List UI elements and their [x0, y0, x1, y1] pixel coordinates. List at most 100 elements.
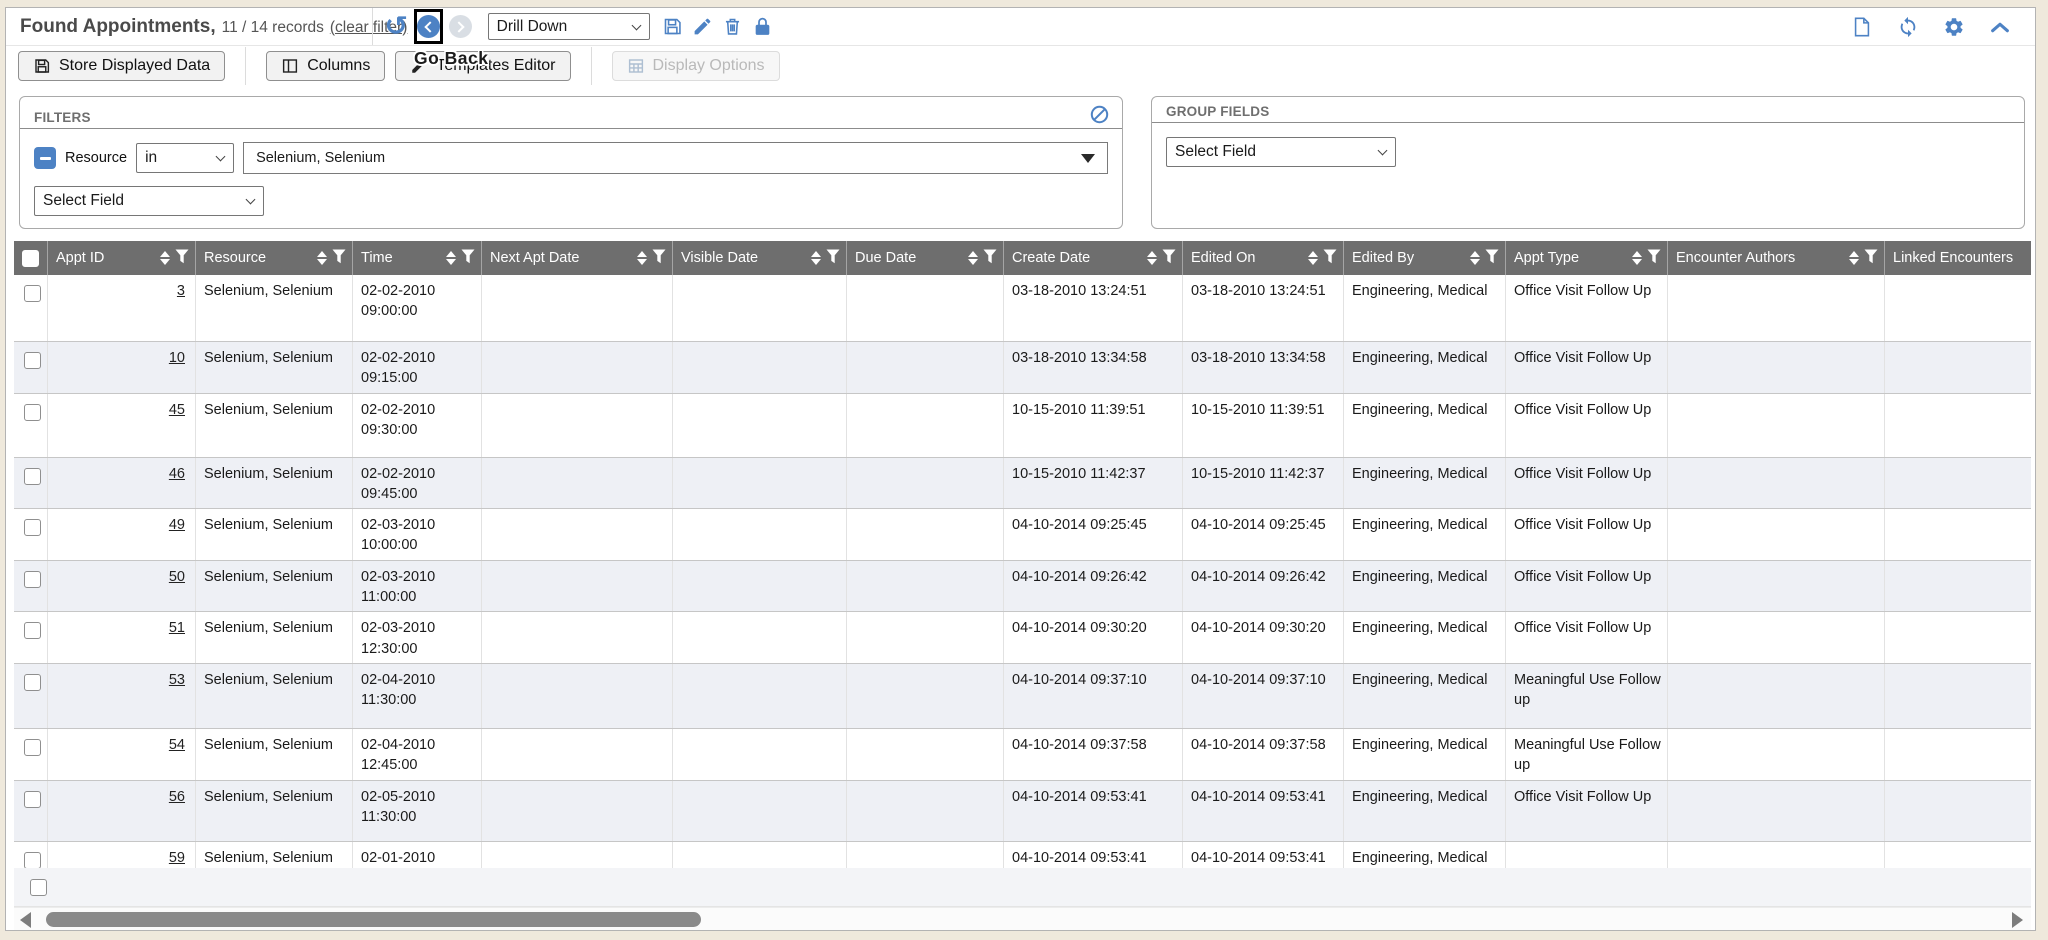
- appt-id-link[interactable]: 50: [169, 569, 185, 585]
- column-header-appt-id[interactable]: Appt ID: [48, 241, 196, 275]
- sort-icon[interactable]: [1849, 251, 1859, 265]
- filter-funnel-icon[interactable]: [1864, 249, 1878, 268]
- filter-funnel-icon[interactable]: [826, 249, 840, 268]
- sort-icon[interactable]: [637, 251, 647, 265]
- column-header-linked-encounters[interactable]: Linked Encounters: [1885, 241, 2031, 275]
- settings-button[interactable]: [1943, 16, 1965, 38]
- filter-funnel-icon[interactable]: [983, 249, 997, 268]
- cell-edited-on: 04-10-2014 09:25:45: [1183, 509, 1344, 560]
- display-options-button[interactable]: Display Options: [612, 51, 780, 81]
- filter-funnel-icon[interactable]: [1323, 249, 1337, 268]
- new-document-button[interactable]: [1851, 16, 1873, 38]
- appt-id-link[interactable]: 59: [169, 850, 185, 866]
- save-template-button[interactable]: [662, 16, 683, 37]
- cell-resource: Selenium, Selenium: [196, 664, 353, 728]
- cell-next-apt-date: [482, 664, 673, 728]
- filter-funnel-icon[interactable]: [332, 249, 346, 268]
- header-icon-group: [1142, 249, 1176, 268]
- row-checkbox[interactable]: [24, 674, 41, 691]
- scrollbar-thumb[interactable]: [46, 912, 701, 927]
- row-checkbox-cell: [14, 342, 48, 393]
- appt-id-link[interactable]: 46: [169, 466, 185, 482]
- column-header-due-date[interactable]: Due Date: [847, 241, 1004, 275]
- scroll-right-arrow-icon[interactable]: [2012, 912, 2023, 928]
- appt-id-link[interactable]: 10: [169, 350, 185, 366]
- appt-id-link[interactable]: 54: [169, 737, 185, 753]
- cell-encounter-authors: [1668, 275, 1885, 341]
- filter-funnel-icon[interactable]: [652, 249, 666, 268]
- row-checkbox[interactable]: [24, 622, 41, 639]
- appt-id-link[interactable]: 56: [169, 789, 185, 805]
- filter-funnel-icon[interactable]: [1162, 249, 1176, 268]
- select-all-header-cell[interactable]: [14, 241, 48, 275]
- select-all-checkbox[interactable]: [22, 250, 39, 267]
- column-header-create-date[interactable]: Create Date: [1004, 241, 1183, 275]
- sort-icon[interactable]: [1632, 251, 1642, 265]
- appointments-grid: Appt IDResourceTimeNext Apt DateVisible …: [14, 241, 2031, 930]
- appt-id-link[interactable]: 53: [169, 672, 185, 688]
- go-back-button[interactable]: [414, 9, 443, 44]
- column-header-edited-by[interactable]: Edited By: [1344, 241, 1506, 275]
- clear-filters-icon[interactable]: [1089, 104, 1110, 125]
- header-icon-group: [806, 249, 840, 268]
- sort-icon[interactable]: [1470, 251, 1480, 265]
- store-displayed-data-button[interactable]: Store Displayed Data: [18, 51, 225, 81]
- group-field-select[interactable]: Select Field: [1166, 137, 1396, 167]
- cell-appt-id: 51: [48, 612, 196, 663]
- cell-next-apt-date: [482, 275, 673, 341]
- row-checkbox[interactable]: [24, 571, 41, 588]
- row-checkbox[interactable]: [24, 791, 41, 808]
- filter-funnel-icon[interactable]: [1647, 249, 1661, 268]
- row-checkbox[interactable]: [24, 352, 41, 369]
- cell-edited-on: 04-10-2014 09:30:20: [1183, 612, 1344, 663]
- sort-icon[interactable]: [968, 251, 978, 265]
- appt-id-link[interactable]: 51: [169, 620, 185, 636]
- sort-icon[interactable]: [317, 251, 327, 265]
- sort-icon[interactable]: [1147, 251, 1157, 265]
- column-header-time[interactable]: Time: [353, 241, 482, 275]
- appt-id-link[interactable]: 3: [177, 283, 185, 299]
- row-checkbox[interactable]: [24, 404, 41, 421]
- sort-icon[interactable]: [446, 251, 456, 265]
- footer-row-checkbox[interactable]: [30, 879, 47, 896]
- sort-icon[interactable]: [1308, 251, 1318, 265]
- filter-operator-select[interactable]: in: [136, 143, 234, 173]
- templates-editor-button[interactable]: Templates Editor: [395, 51, 570, 81]
- add-filter-field-select[interactable]: Select Field: [34, 186, 264, 216]
- filter-funnel-icon[interactable]: [1485, 249, 1499, 268]
- scroll-left-arrow-icon[interactable]: [20, 912, 31, 928]
- row-checkbox[interactable]: [24, 739, 41, 756]
- refresh-button[interactable]: [1897, 16, 1919, 38]
- sort-icon[interactable]: [811, 251, 821, 265]
- column-header-resource[interactable]: Resource: [196, 241, 353, 275]
- undo-icon[interactable]: ↺: [385, 16, 408, 38]
- collapse-button[interactable]: [1989, 16, 2011, 38]
- row-checkbox[interactable]: [24, 852, 41, 868]
- cell-appt-id: 50: [48, 561, 196, 612]
- cell-appt-type: [1506, 842, 1668, 868]
- remove-filter-button[interactable]: [34, 147, 56, 169]
- go-forward-button[interactable]: [449, 15, 472, 38]
- column-header-appt-type[interactable]: Appt Type: [1506, 241, 1668, 275]
- filter-value-combo[interactable]: Selenium, Selenium: [243, 142, 1108, 174]
- columns-button[interactable]: Columns: [266, 51, 385, 81]
- horizontal-scrollbar[interactable]: [14, 907, 2031, 930]
- template-select[interactable]: Drill Down: [488, 13, 650, 40]
- column-header-next-apt-date[interactable]: Next Apt Date: [482, 241, 673, 275]
- edit-template-button[interactable]: [692, 16, 713, 37]
- cell-next-apt-date: [482, 509, 673, 560]
- cell-linked-encounters: [1885, 781, 2031, 841]
- sort-icon[interactable]: [160, 251, 170, 265]
- column-header-visible-date[interactable]: Visible Date: [673, 241, 847, 275]
- column-header-encounter-authors[interactable]: Encounter Authors: [1668, 241, 1885, 275]
- row-checkbox[interactable]: [24, 519, 41, 536]
- appt-id-link[interactable]: 45: [169, 402, 185, 418]
- appt-id-link[interactable]: 49: [169, 517, 185, 533]
- filter-funnel-icon[interactable]: [461, 249, 475, 268]
- filter-funnel-icon[interactable]: [175, 249, 189, 268]
- row-checkbox[interactable]: [24, 285, 41, 302]
- delete-template-button[interactable]: [722, 16, 743, 37]
- lock-template-button[interactable]: [752, 16, 773, 37]
- row-checkbox[interactable]: [24, 468, 41, 485]
- column-header-edited-on[interactable]: Edited On: [1183, 241, 1344, 275]
